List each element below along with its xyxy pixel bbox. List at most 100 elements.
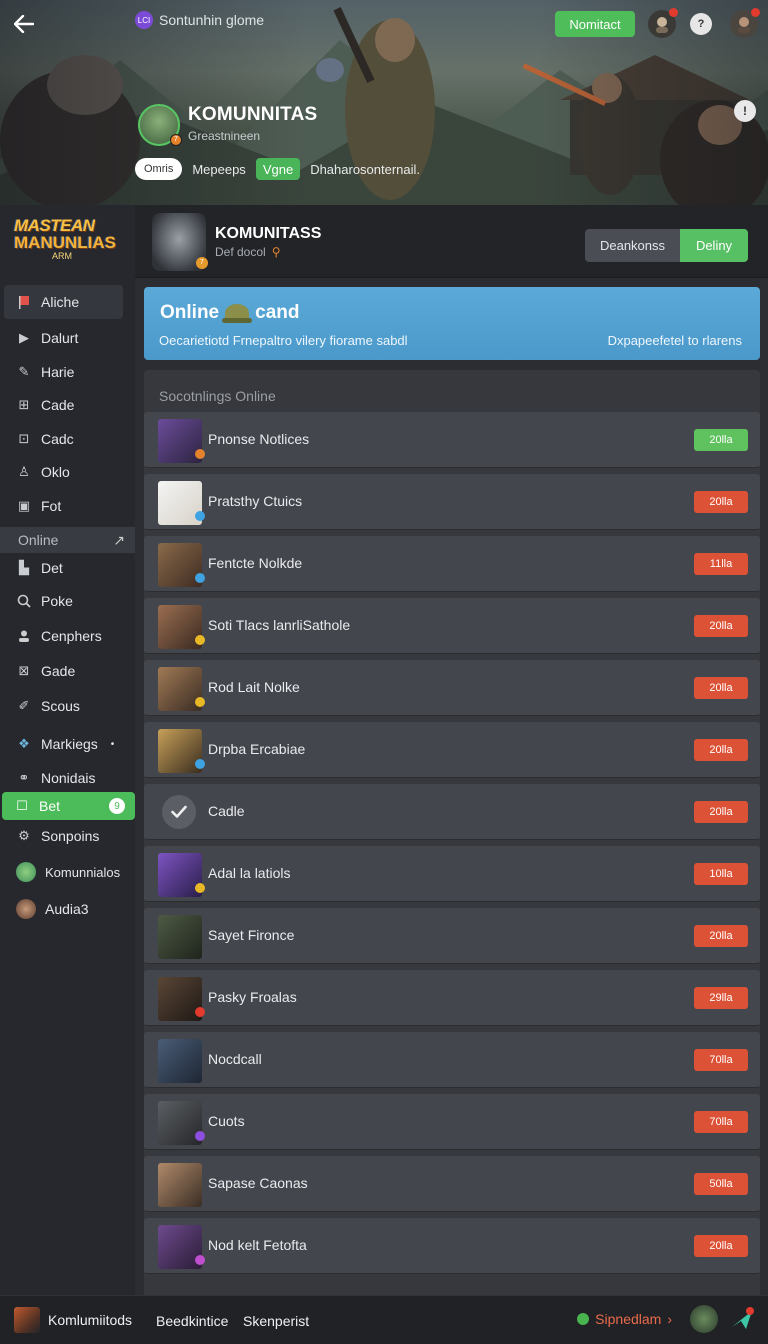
online-panel: Socotnlings Online Pnonse Notlices 20lla P… xyxy=(144,370,760,1295)
chevron-right-icon: › xyxy=(667,1311,672,1327)
status-badge[interactable]: 20lla xyxy=(694,1235,748,1257)
list-item-name: Pratsthy Ctuics xyxy=(208,493,303,509)
doc-icon: ▣ xyxy=(17,497,31,513)
list-item-name: Fentcte Nolkde xyxy=(208,555,303,571)
sidebar-item-cade[interactable]: ⊞ Cade xyxy=(0,388,135,422)
sidebar-item-det[interactable]: ▙ Det xyxy=(0,553,135,583)
user-lock-icon: ♙ xyxy=(18,464,30,479)
status-badge[interactable]: 20lla xyxy=(694,677,748,699)
sidebar-item-oklo[interactable]: ♙ Oklo xyxy=(0,455,135,489)
list-item[interactable]: Fentcte Nolkde 11lla xyxy=(144,536,760,592)
help-icon[interactable]: ? xyxy=(690,13,712,35)
status-badge[interactable]: 20lla xyxy=(694,491,748,513)
notification-dot xyxy=(669,8,678,17)
sidebar-item-nonidais[interactable]: ⚭ Nonidais xyxy=(0,764,135,792)
sidebar-section-online[interactable]: Online ↗ xyxy=(0,527,135,553)
status-badge[interactable]: 20lla xyxy=(694,925,748,947)
sidebar-item-cenphers[interactable]: Cenphers xyxy=(0,618,135,654)
info-icon[interactable]: ! xyxy=(734,100,756,122)
list-item[interactable]: Nod kelt Fetofta 20lla xyxy=(144,1218,760,1274)
stack-icon: ❖ xyxy=(18,736,30,751)
chart-icon: ⊡ xyxy=(18,430,30,446)
list-item[interactable]: Soti Tlacs lanrliSathole 20lla xyxy=(144,598,760,654)
chip-vgne[interactable]: Vgne xyxy=(255,158,301,180)
sidebar-item-label: Cadc xyxy=(41,430,74,447)
brand-line-1: MASTEAN xyxy=(14,216,95,235)
profile-subtitle: Greastnineen xyxy=(188,129,261,143)
list-item[interactable]: Cuots 70lla xyxy=(144,1094,760,1150)
list-item[interactable]: Nocdcall 70lla xyxy=(144,1032,760,1088)
tab-deankonss[interactable]: Deankonss xyxy=(585,229,680,262)
sidebar-item-audia3[interactable]: Audia3 xyxy=(0,892,135,926)
list-item[interactable]: Pratsthy Ctuics 20lla xyxy=(144,474,760,530)
brand-logo[interactable]: MASTEAN MANUNLIAS ARM xyxy=(14,216,116,275)
list-item[interactable]: Drpba Ercabiae 20lla xyxy=(144,722,760,778)
sidebar-item-cadc[interactable]: ⊡ Cadc xyxy=(0,422,135,455)
list-item[interactable]: Pnonse Notlices 20lla xyxy=(144,412,760,468)
list-item[interactable]: Pasky Froalas 29lla xyxy=(144,970,760,1026)
list-item[interactable]: Rod Lait Nolke 20lla xyxy=(144,660,760,716)
sidebar-item-fot[interactable]: ▣ Fot xyxy=(0,489,135,522)
chip-omris[interactable]: Omris xyxy=(135,158,183,180)
banner-desc-left: Oecarietiotd Frnepaltro vilery fiorame s… xyxy=(159,333,408,348)
status-badge[interactable]: 20lla xyxy=(694,801,748,823)
tab-skenperist[interactable]: Skenperist xyxy=(243,1313,309,1329)
online-status-icon xyxy=(577,1313,590,1325)
hero-avatar[interactable]: 7 xyxy=(138,104,182,146)
community-subtitle: Def docol ⚲ xyxy=(215,245,281,259)
status-badge-icon xyxy=(195,759,205,769)
play-icon: ▶ xyxy=(19,330,29,345)
sidebar-item-komunnialos[interactable]: Komunnialos xyxy=(0,852,135,892)
chip-mepeeps[interactable]: Mepeeps xyxy=(190,158,247,180)
sidebar-item-gade[interactable]: ⊠ Gade xyxy=(0,654,135,688)
bottom-right-label: Sipnedlam xyxy=(595,1311,662,1327)
status-badge[interactable]: 20lla xyxy=(694,429,748,451)
game-thumbnail xyxy=(14,1307,40,1333)
status-badge[interactable]: 11lla xyxy=(694,553,748,575)
user-avatar-icon[interactable] xyxy=(690,1305,718,1333)
sipnedlam-link[interactable]: Sipnedlam › xyxy=(577,1311,672,1327)
user-avatar-icon[interactable] xyxy=(648,8,678,38)
sidebar-item-poke[interactable]: Poke xyxy=(0,583,135,618)
list-item[interactable]: Adal la latiols 10lla xyxy=(144,846,760,902)
nomitact-button[interactable]: Nomitact xyxy=(555,11,635,37)
back-button[interactable] xyxy=(10,10,38,38)
list-item[interactable]: Cadle 20lla xyxy=(144,784,760,840)
status-badge[interactable]: 10lla xyxy=(694,863,748,885)
sidebar-item-bet[interactable]: ☐ Bet 9 xyxy=(2,792,135,820)
status-badge-icon xyxy=(195,1007,205,1017)
brand-line-2: MANUNLIAS xyxy=(14,233,116,252)
badge-icon: 9 xyxy=(109,798,125,814)
status-badge[interactable]: 70lla xyxy=(694,1049,748,1071)
sidebar-item-label: Sonpoins xyxy=(41,828,100,844)
status-badge[interactable]: 20lla xyxy=(694,615,748,637)
game-thumbnail xyxy=(158,1225,205,1269)
flag-icon xyxy=(16,294,32,310)
level-badge-icon: 7 xyxy=(170,134,182,146)
sidebar-item-scous[interactable]: ✐ Scous xyxy=(0,688,135,724)
tab-beedkintice[interactable]: Beedkintice xyxy=(156,1313,228,1329)
community-header: 7 KOMUNITASS Def docol ⚲ Deankonss Deliny xyxy=(135,205,768,278)
status-badge[interactable]: 29lla xyxy=(694,987,748,1009)
status-badge[interactable]: 50lla xyxy=(694,1173,748,1195)
online-banner[interactable]: Online cand Oecarietiotd Frnepaltro vile… xyxy=(144,287,760,360)
sidebar-item-aliche[interactable]: Aliche xyxy=(4,285,123,319)
sidebar-item-dalurt[interactable]: ▶ Dalurt xyxy=(0,321,135,355)
user-avatar-icon xyxy=(16,899,36,919)
tab-deliny[interactable]: Deliny xyxy=(680,229,748,262)
send-icon[interactable] xyxy=(728,1305,756,1333)
status-badge[interactable]: 70lla xyxy=(694,1111,748,1133)
sidebar-item-harie[interactable]: ✎ Harie xyxy=(0,355,135,388)
brand-line-3: ARM xyxy=(52,251,72,261)
list-item[interactable]: Sayet Fironce 20lla xyxy=(144,908,760,964)
location-pin-icon: ⚲ xyxy=(271,245,281,259)
list-item[interactable]: Sapase Caonas 50lla xyxy=(144,1156,760,1212)
sidebar-item-markiegs[interactable]: ❖ Markiegs • xyxy=(0,724,135,764)
bottom-current-item[interactable]: Komlumiitods xyxy=(14,1307,132,1333)
profile-avatar-icon[interactable] xyxy=(730,8,760,38)
banner-desc-right[interactable]: Dxpapeefetel to rlarens xyxy=(608,333,742,348)
sidebar-item-sonpoins[interactable]: ⚙ Sonpoins xyxy=(0,820,135,852)
chip-dhaharosonternail[interactable]: Dhaharosonternail. xyxy=(308,158,422,180)
status-badge[interactable]: 20lla xyxy=(694,739,748,761)
community-avatar[interactable]: 7 xyxy=(152,213,208,271)
